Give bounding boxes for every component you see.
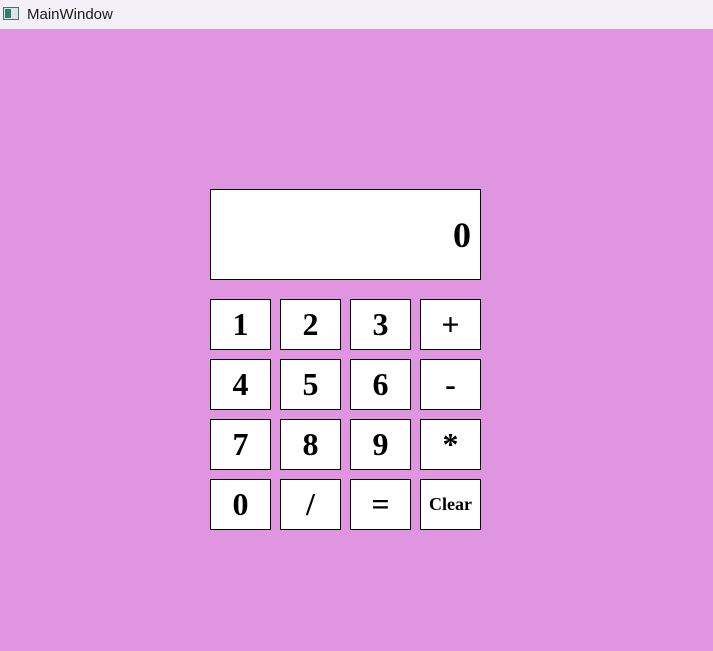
equals-button[interactable]: = <box>350 479 411 530</box>
plus-button[interactable]: + <box>420 299 481 350</box>
digit-8-button[interactable]: 8 <box>280 419 341 470</box>
digit-1-button[interactable]: 1 <box>210 299 271 350</box>
main-window: MainWindow 0 1 2 3 + 4 5 6 - 7 8 9 * 0 /… <box>0 0 713 651</box>
app-window-icon <box>3 7 19 20</box>
calculator-display: 0 <box>210 189 481 280</box>
digit-4-button[interactable]: 4 <box>210 359 271 410</box>
clear-button[interactable]: Clear <box>420 479 481 530</box>
digit-3-button[interactable]: 3 <box>350 299 411 350</box>
multiply-button[interactable]: * <box>420 419 481 470</box>
digit-2-button[interactable]: 2 <box>280 299 341 350</box>
title-bar: MainWindow <box>0 0 713 29</box>
digit-5-button[interactable]: 5 <box>280 359 341 410</box>
digit-7-button[interactable]: 7 <box>210 419 271 470</box>
digit-9-button[interactable]: 9 <box>350 419 411 470</box>
minus-button[interactable]: - <box>420 359 481 410</box>
divide-button[interactable]: / <box>280 479 341 530</box>
window-title: MainWindow <box>27 6 113 23</box>
digit-0-button[interactable]: 0 <box>210 479 271 530</box>
digit-6-button[interactable]: 6 <box>350 359 411 410</box>
